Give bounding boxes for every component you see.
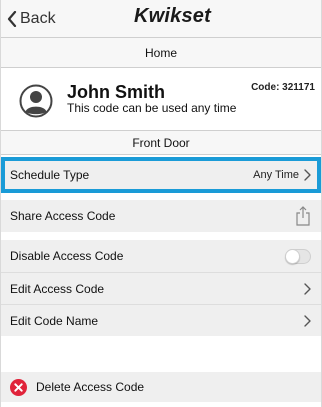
home-header: Home [1,38,321,68]
access-code: Code: 321171 [251,82,315,93]
disable-access-code-row: Disable Access Code [1,240,321,272]
schedule-type-label: Schedule Type [10,168,90,182]
brand-logo: Kwikset [134,5,211,27]
edit-code-name-label: Edit Code Name [10,313,99,328]
share-access-code-row[interactable]: Share Access Code [1,200,321,232]
toggle-knob [285,248,300,264]
share-access-code-label: Share Access Code [10,209,116,223]
chevron-right-icon [304,314,311,327]
disable-toggle[interactable] [285,248,311,264]
delete-icon [10,378,27,396]
chevron-right-icon [304,169,311,181]
edit-access-code-row[interactable]: Edit Access Code [1,272,321,304]
door-header: Front Door [1,130,321,155]
edit-access-code-label: Edit Access Code [10,281,105,296]
chevron-right-icon [304,282,311,295]
share-icon[interactable] [295,206,311,226]
back-label: Back [20,10,56,27]
user-info: John Smith This code can be used any tim… [1,68,321,130]
navigation-bar: Back Kwikset [1,0,321,38]
chevron-left-icon [7,11,17,27]
back-button[interactable]: Back [7,8,56,30]
delete-access-code-label: Delete Access Code [36,380,145,394]
user-name: John Smith [67,82,165,102]
delete-access-code-button[interactable]: Delete Access Code [1,372,321,402]
schedule-type-row[interactable]: Schedule Type Any Time [1,157,321,193]
user-avatar-icon [19,84,53,118]
disable-access-code-label: Disable Access Code [10,249,124,263]
user-subtitle: This code can be used any time [67,101,237,115]
schedule-type-value: Any Time [253,169,299,181]
edit-code-name-row[interactable]: Edit Code Name [1,304,321,336]
